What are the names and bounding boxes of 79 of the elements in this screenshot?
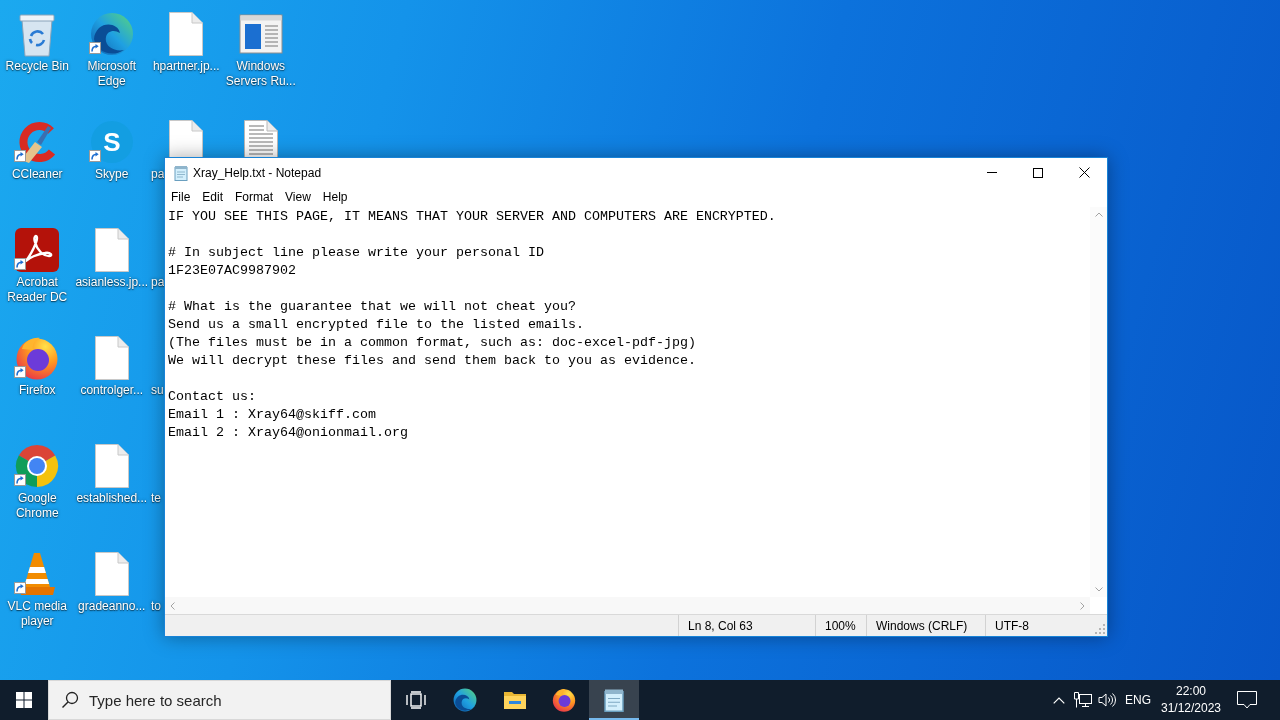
document-icon[interactable]	[169, 12, 204, 56]
menu-item[interactable]: File	[165, 187, 197, 207]
menu-item[interactable]: Format	[229, 187, 280, 207]
desktop-icon-label[interactable]: Firefox	[18, 383, 56, 398]
minimize-icon	[987, 172, 997, 173]
menu-item[interactable]: Edit	[196, 187, 230, 207]
text-line: IF YOU SEE THIS PAGE, IT MEANS THAT YOUR SERVER AND COMPUTERS ARE ENCRYPTED.	[168, 208, 776, 226]
desktop-icon-label[interactable]: pa	[151, 167, 165, 182]
text-line: # What is the guarantee that we will not cheat you?	[168, 298, 576, 316]
maximize-icon	[1033, 167, 1043, 178]
desktop-icon-label[interactable]: Windows Servers Ru...	[223, 59, 298, 89]
window-title: Xray_Help.txt - Notepad	[193, 165, 322, 180]
desktop-icon-label[interactable]: te	[151, 491, 161, 506]
document-icon[interactable]	[94, 444, 129, 488]
text-line: Email 1 : Xray64@skiff.com	[168, 406, 376, 424]
scroll-up-icon[interactable]	[1094, 212, 1103, 217]
desktop-icon-label[interactable]: Skype	[95, 167, 129, 182]
desktop-icon-label[interactable]: Acrobat Reader DC	[0, 275, 75, 305]
search-icon	[61, 691, 79, 709]
desktop-icon-label[interactable]: Recycle Bin	[5, 59, 69, 74]
desktop-icon-label[interactable]: su	[151, 383, 164, 398]
desktop-icon-label[interactable]: controlger...	[80, 383, 144, 398]
speech-bubble-icon	[1237, 691, 1257, 709]
document-icon[interactable]	[94, 552, 129, 596]
scroll-down-icon[interactable]	[1094, 587, 1103, 592]
desktop-icon-label[interactable]: established...	[76, 491, 148, 506]
input-language-button[interactable]: ENG	[1119, 680, 1157, 720]
zoom-level: 100%	[815, 615, 866, 636]
vertical-scrollbar[interactable]	[1090, 207, 1107, 597]
desktop-icon-label[interactable]: to	[151, 599, 161, 614]
resize-grip-icon[interactable]	[1095, 624, 1105, 634]
desktop-icon-label[interactable]: VLC media player	[0, 599, 75, 629]
app-window-icon[interactable]	[238, 14, 283, 54]
scroll-right-icon[interactable]	[1080, 601, 1085, 610]
chrome-logo-icon[interactable]	[15, 444, 60, 488]
document-icon[interactable]	[169, 120, 204, 157]
line-ending: Windows (CRLF)	[866, 615, 985, 636]
recycle-bin-icon[interactable]	[17, 11, 58, 57]
taskbar-button[interactable]	[589, 680, 639, 720]
clock-button[interactable]: 22:00 31/12/2023	[1157, 680, 1225, 720]
document-icon[interactable]	[94, 228, 129, 272]
menu-item[interactable]: View	[279, 187, 317, 207]
edge-logo-icon[interactable]	[89, 12, 134, 56]
speaker-icon	[1098, 692, 1116, 708]
desktop-icon-label[interactable]: CCleaner	[11, 167, 63, 182]
acrobat-logo-icon[interactable]	[15, 228, 60, 272]
desktop-icon-label[interactable]: Microsoft Edge	[74, 59, 149, 89]
firefox-logo-icon[interactable]	[15, 336, 60, 380]
search-box[interactable]: Type here to search	[48, 680, 391, 720]
close-icon	[1078, 167, 1090, 178]
task-view-icon[interactable]	[405, 691, 426, 709]
text-line: (The files must be in a common format, such as: doc-excel-pdf-jpg)	[168, 334, 696, 352]
text-file-icon[interactable]	[243, 120, 278, 157]
windows-logo-icon	[16, 692, 32, 708]
text-encoding: UTF-8	[985, 615, 1095, 636]
desktop-icon-label[interactable]: gradeanno...	[78, 599, 146, 614]
search-input[interactable]: Type here to search	[89, 691, 390, 709]
chevron-up-icon	[1053, 696, 1065, 704]
cursor-position: Ln 8, Col 63	[678, 615, 815, 636]
firefox-logo-icon[interactable]	[552, 688, 577, 712]
scroll-left-icon[interactable]	[170, 601, 175, 610]
desktop-icon-label[interactable]: asianless.jp...	[75, 275, 149, 290]
desktop-icon-label[interactable]: hpartner.jp...	[152, 59, 220, 74]
folder-icon[interactable]	[502, 690, 527, 710]
desktop-icon-label[interactable]: pa	[151, 275, 165, 290]
skype-logo-icon[interactable]: S	[89, 120, 134, 164]
text-line: 1F23E07AC9987902	[168, 262, 296, 280]
text-line: Send us a small encrypted file to the listed emails.	[168, 316, 584, 334]
text-line: We will decrypt these files and send them back to you as evidence.	[168, 352, 696, 370]
text-line: # In subject line please write your personal ID	[168, 244, 544, 262]
document-icon[interactable]	[94, 336, 129, 380]
notepad-icon[interactable]	[601, 688, 626, 712]
text-line: Email 2 : Xray64@onionmail.org	[168, 424, 408, 442]
network-monitor-icon	[1074, 692, 1092, 708]
menu-item[interactable]: Help	[316, 187, 354, 207]
text-line: Contact us:	[168, 388, 256, 406]
horizontal-scrollbar[interactable]	[165, 597, 1090, 614]
edge-logo-icon[interactable]	[453, 688, 478, 712]
desktop-icon-label[interactable]: Google Chrome	[0, 491, 75, 521]
